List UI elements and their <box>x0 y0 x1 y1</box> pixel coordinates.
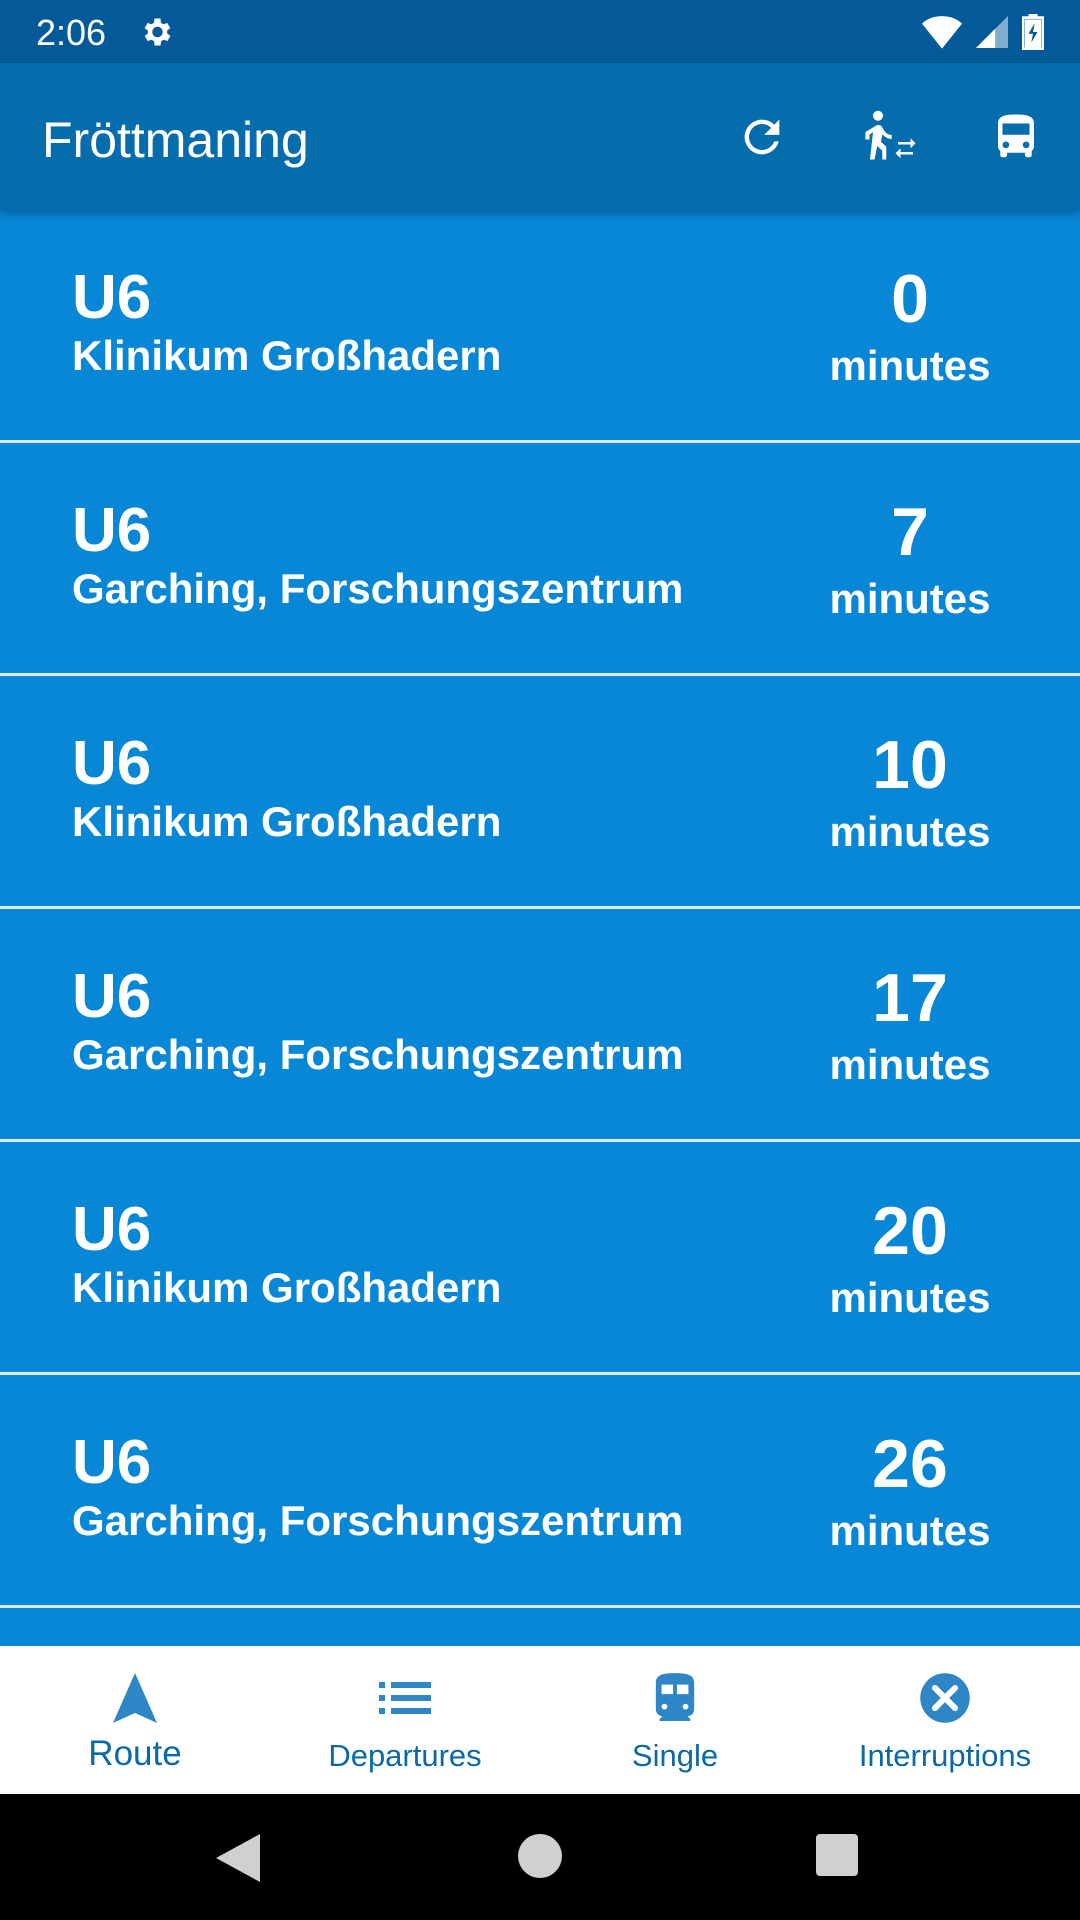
destination-label: Garching, Forschungszentrum <box>72 1497 684 1544</box>
walking-transfer-icon <box>865 110 916 160</box>
minutes-value: 7 <box>891 494 929 570</box>
back-button[interactable] <box>216 1834 260 1887</box>
recents-button[interactable] <box>816 1834 858 1881</box>
refresh-button[interactable] <box>730 105 794 169</box>
page-title: Fröttmaning <box>42 112 309 168</box>
minutes-unit: minutes <box>829 808 991 855</box>
nav-route-label: Route <box>88 1734 182 1773</box>
departure-row[interactable]: U6 Klinikum Großhadern 0 minutes <box>0 210 1080 443</box>
line-label: U6 <box>72 263 152 332</box>
app-bar: Fröttmaning <box>0 63 1080 210</box>
minutes-value: 0 <box>891 261 929 337</box>
status-time: 2:06 <box>36 12 107 53</box>
wifi-icon <box>922 15 962 54</box>
departure-row[interactable]: U6 Klinikum Großhadern 20 minutes <box>0 1142 1080 1375</box>
line-label: U6 <box>72 1428 152 1497</box>
departures-list[interactable]: U6 Klinikum Großhadern 0 minutes U6 Garc… <box>0 210 1080 1646</box>
home-button[interactable] <box>518 1834 562 1883</box>
destination-label: Klinikum Großhadern <box>72 1264 502 1311</box>
minutes-value: 20 <box>872 1193 948 1269</box>
line-label: U6 <box>72 729 152 798</box>
cancel-circle-icon <box>917 1670 973 1726</box>
navigation-arrow-icon <box>107 1670 163 1726</box>
destination-label: Garching, Forschungszentrum <box>72 1031 684 1078</box>
status-bar: 2:06 <box>0 0 1080 63</box>
cell-signal-icon <box>976 15 1008 54</box>
nav-departures-label: Departures <box>328 1738 482 1773</box>
destination-label: Garching, Forschungszentrum <box>72 565 684 612</box>
departure-row[interactable]: U6 Garching, Forschungszentrum 7 minutes <box>0 443 1080 676</box>
nav-single[interactable]: Single <box>540 1646 810 1794</box>
nav-route[interactable]: Route <box>0 1646 270 1794</box>
departure-row[interactable]: U6 Garching, Forschungszentrum 17 minute… <box>0 909 1080 1142</box>
minutes-value: 26 <box>872 1426 948 1502</box>
line-label: U6 <box>72 496 152 565</box>
destination-label: Klinikum Großhadern <box>72 798 502 845</box>
destination-label: Klinikum Großhadern <box>72 332 502 379</box>
home-circle-icon <box>518 1834 562 1878</box>
line-label: U6 <box>72 962 152 1031</box>
minutes-value: 17 <box>872 960 948 1036</box>
settings-gear-icon <box>138 14 174 55</box>
nav-interruptions[interactable]: Interruptions <box>810 1646 1080 1794</box>
departure-row[interactable]: U6 Klinikum Großhadern 10 minutes <box>0 676 1080 909</box>
minutes-unit: minutes <box>829 1274 991 1321</box>
refresh-icon <box>744 119 780 155</box>
recents-square-icon <box>816 1834 858 1876</box>
back-triangle-icon <box>216 1834 260 1882</box>
minutes-unit: minutes <box>829 342 991 389</box>
minutes-unit: minutes <box>829 1507 991 1554</box>
minutes-value: 10 <box>872 727 948 803</box>
battery-charging-icon <box>1021 14 1045 55</box>
bottom-navigation: Route Departures Single Interruptions <box>0 1646 1080 1794</box>
minutes-unit: minutes <box>829 1041 991 1088</box>
list-icon <box>377 1670 433 1726</box>
system-navigation-bar <box>0 1794 1080 1920</box>
departure-row[interactable]: U6 Garching, Forschungszentrum 26 minute… <box>0 1375 1080 1608</box>
minutes-unit: minutes <box>829 575 991 622</box>
nav-departures[interactable]: Departures <box>270 1646 540 1794</box>
bus-button[interactable] <box>984 105 1048 169</box>
line-label: U6 <box>72 1195 152 1264</box>
bus-icon <box>998 114 1034 158</box>
nav-interruptions-label: Interruptions <box>858 1738 1032 1773</box>
train-icon <box>647 1670 703 1726</box>
walk-transfer-button[interactable] <box>856 105 920 169</box>
nav-single-label: Single <box>631 1738 719 1773</box>
